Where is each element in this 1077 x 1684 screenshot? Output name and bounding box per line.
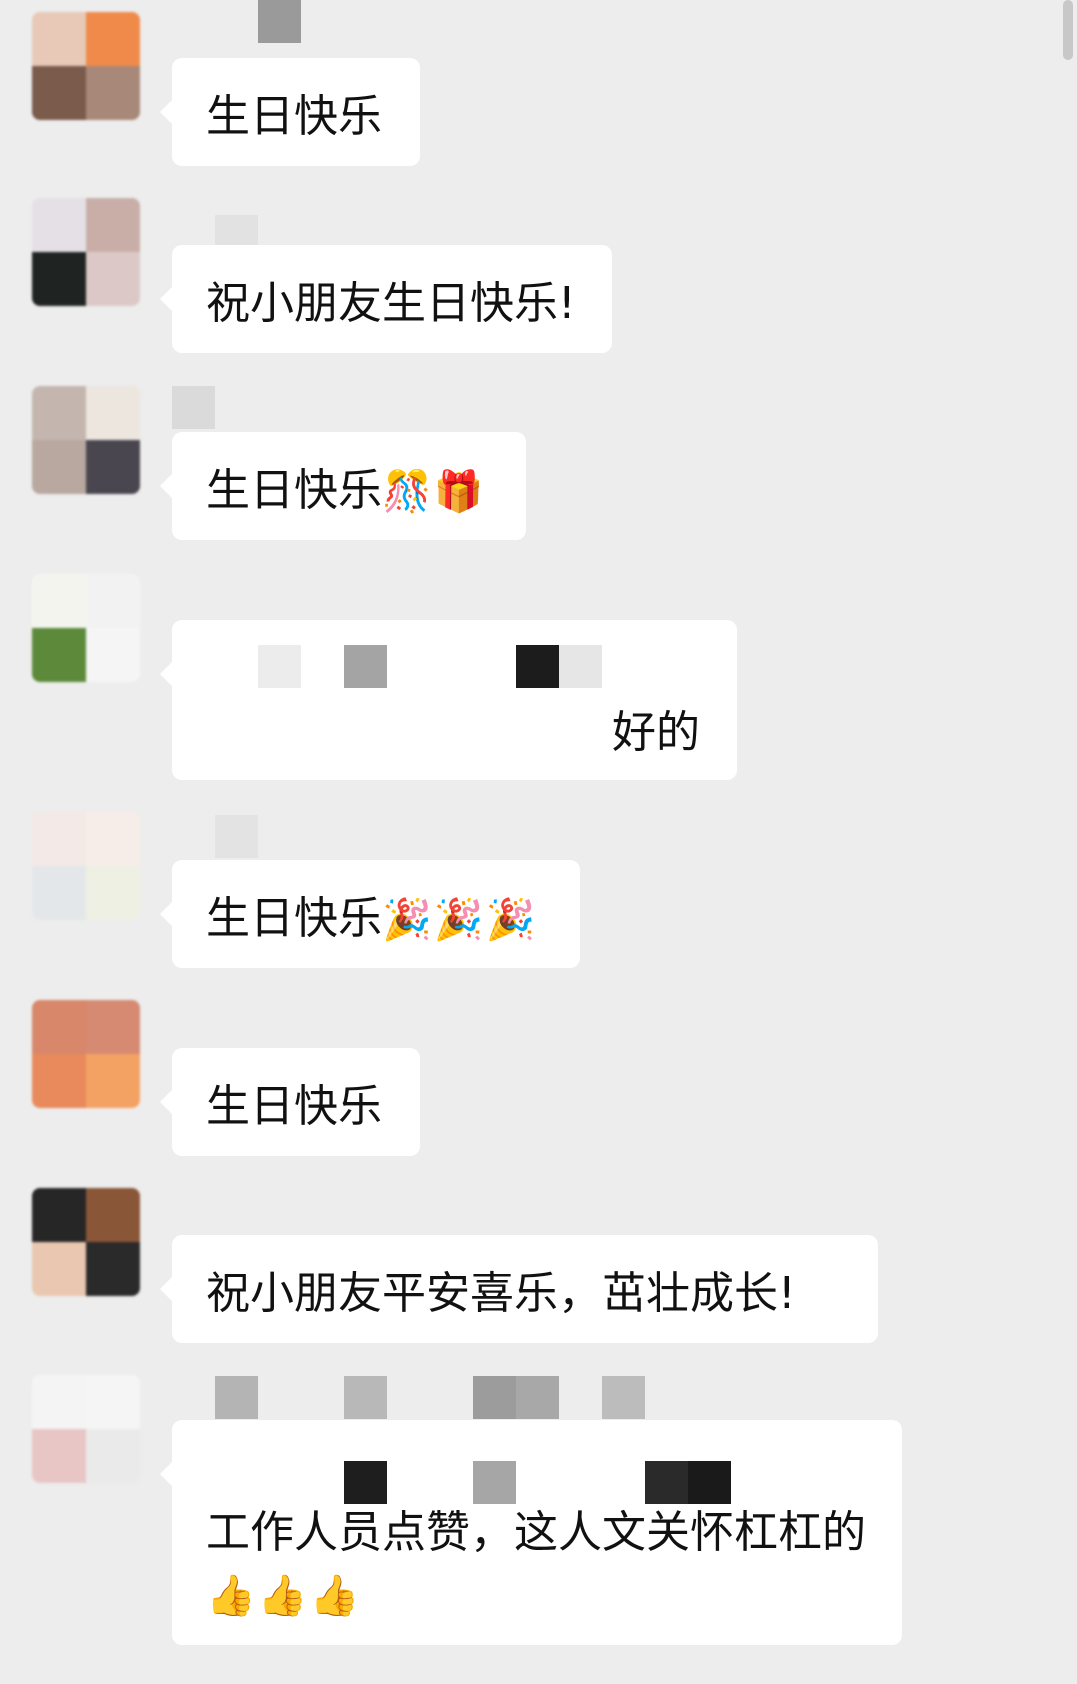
message-bubble[interactable]: 工作人员点赞，这人文关怀杠杠的 👍👍👍 xyxy=(160,1420,902,1645)
quoted-text-redacted xyxy=(559,645,602,688)
message-text: 祝小朋友生日快乐! xyxy=(206,278,576,329)
quoted-text-redacted xyxy=(473,1461,516,1504)
message-text: 生日快乐 xyxy=(206,893,382,944)
sender-name-redacted xyxy=(602,1376,645,1419)
quoted-text-redacted xyxy=(258,645,301,688)
chat-message-list[interactable]: 生日快乐 祝小朋友生日快乐! 生日快乐🎊🎁 好的 生日快乐🎉🎉🎉 生日快乐 祝小… xyxy=(0,0,1077,1684)
quoted-text-redacted xyxy=(516,645,559,688)
quoted-text-redacted xyxy=(344,1461,387,1504)
avatar[interactable] xyxy=(32,198,140,306)
quoted-text-redacted xyxy=(645,1461,688,1504)
avatar[interactable] xyxy=(32,1000,140,1108)
message-bubble[interactable]: 生日快乐🎉🎉🎉 xyxy=(160,860,580,968)
message-text: 生日快乐 xyxy=(206,465,382,516)
avatar[interactable] xyxy=(32,812,140,920)
message-text: 工作人员点赞，这人文关怀杠杠的 xyxy=(206,1507,866,1558)
avatar[interactable] xyxy=(32,12,140,120)
message-bubble[interactable]: 祝小朋友平安喜乐，茁壮成长! xyxy=(160,1235,878,1343)
sender-name-redacted xyxy=(473,1376,516,1419)
avatar[interactable] xyxy=(32,1188,140,1296)
message-text: 好的 xyxy=(612,707,700,758)
message-bubble[interactable]: 生日快乐 xyxy=(160,58,420,166)
scrollbar[interactable] xyxy=(1063,0,1073,60)
quoted-text-redacted xyxy=(688,1461,731,1504)
message-emoji: 🎊🎁 xyxy=(382,469,486,515)
avatar[interactable] xyxy=(32,574,140,682)
message-bubble[interactable]: 生日快乐 xyxy=(160,1048,420,1156)
sender-name-redacted xyxy=(215,1376,258,1419)
sender-name-redacted xyxy=(172,386,215,429)
sender-name-redacted xyxy=(344,1376,387,1419)
message-text: 祝小朋友平安喜乐，茁壮成长! xyxy=(206,1268,796,1319)
sender-name-redacted xyxy=(516,1376,559,1419)
avatar[interactable] xyxy=(32,1375,140,1483)
message-emoji: 🎉🎉🎉 xyxy=(382,897,538,943)
quoted-text-redacted xyxy=(344,645,387,688)
message-bubble[interactable]: 生日快乐🎊🎁 xyxy=(160,432,526,540)
message-text: 生日快乐 xyxy=(206,91,382,142)
avatar[interactable] xyxy=(32,386,140,494)
message-emoji: 👍👍👍 xyxy=(206,1573,362,1619)
message-bubble[interactable]: 祝小朋友生日快乐! xyxy=(160,245,612,353)
message-bubble[interactable]: 好的 xyxy=(160,620,737,780)
sender-name-redacted xyxy=(258,0,301,43)
message-text: 生日快乐 xyxy=(206,1081,382,1132)
sender-name-redacted xyxy=(215,815,258,858)
